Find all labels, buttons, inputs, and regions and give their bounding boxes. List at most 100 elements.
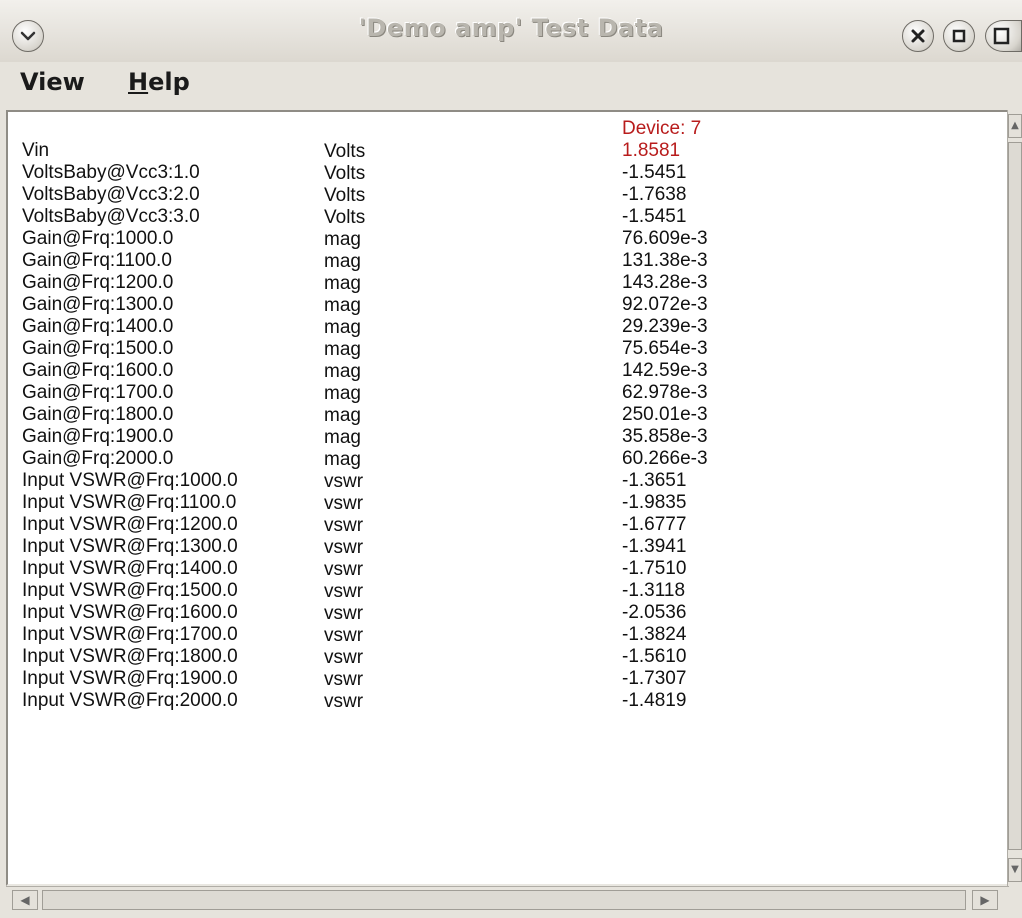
- arrow-left-icon: ◀: [20, 893, 30, 907]
- table-row: Gain@Frq:1300.0 mag 92.072e-3: [22, 294, 822, 316]
- test-data-panel[interactable]: Device: 7 Vin Volts 1.8581 VoltsBaby@Vcc3:1…: [6, 110, 1009, 886]
- measurement-value: 143.28e-3: [622, 272, 708, 293]
- measurement-name: Input VSWR@Frq:1100.0: [22, 492, 237, 513]
- table-row: Vin Volts 1.8581: [22, 140, 822, 162]
- measurement-name: Gain@Frq:1000.0: [22, 228, 174, 249]
- close-icon: [911, 29, 925, 43]
- measurement-value: -2.0536: [622, 602, 687, 623]
- table-row: Input VSWR@Frq:1600.0 vswr -2.0536: [22, 602, 822, 624]
- close-button[interactable]: [902, 20, 934, 52]
- measurement-unit: mag: [324, 295, 361, 316]
- measurement-value: 35.858e-3: [622, 426, 708, 447]
- vertical-scroll-thumb[interactable]: [1008, 142, 1022, 850]
- scroll-down-button[interactable]: ▼: [1008, 858, 1022, 882]
- menu-help[interactable]: Help: [128, 68, 190, 96]
- table-row: Gain@Frq:1900.0 mag 35.858e-3: [22, 426, 822, 448]
- table-row: VoltsBaby@Vcc3:2.0 Volts -1.7638: [22, 184, 822, 206]
- measurement-value: 131.38e-3: [622, 250, 708, 271]
- table-row: Input VSWR@Frq:1700.0 vswr -1.3824: [22, 624, 822, 646]
- measurement-value: -1.5610: [622, 646, 687, 667]
- measurement-value: 29.239e-3: [622, 316, 708, 337]
- measurement-name: Gain@Frq:1800.0: [22, 404, 174, 425]
- measurement-value: -1.7638: [622, 184, 687, 205]
- measurement-name: Input VSWR@Frq:1900.0: [22, 668, 238, 689]
- horizontal-scrollbar[interactable]: ◀ ▶: [6, 886, 1009, 912]
- measurement-value: -1.5451: [622, 162, 687, 183]
- measurement-unit: mag: [324, 361, 361, 382]
- measurement-unit: vswr: [324, 515, 364, 536]
- horizontal-scroll-thumb[interactable]: [42, 890, 966, 910]
- measurement-name: Input VSWR@Frq:1000.0: [22, 470, 238, 491]
- device-label: Device: 7: [622, 118, 702, 139]
- measurement-name: Gain@Frq:1500.0: [22, 338, 174, 359]
- measurement-name: Gain@Frq:1100.0: [22, 250, 172, 271]
- measurement-unit: vswr: [324, 669, 364, 690]
- measurement-name: Input VSWR@Frq:1500.0: [22, 580, 238, 601]
- device-header-row: Device: 7: [22, 118, 822, 140]
- table-row: Gain@Frq:1600.0 mag 142.59e-3: [22, 360, 822, 382]
- table-row: Gain@Frq:1400.0 mag 29.239e-3: [22, 316, 822, 338]
- measurement-unit: Volts: [324, 207, 366, 228]
- measurement-unit: Volts: [324, 141, 366, 162]
- measurement-value: -1.9835: [622, 492, 687, 513]
- measurement-name: Gain@Frq:1400.0: [22, 316, 174, 337]
- measurement-value: -1.3651: [622, 470, 687, 491]
- measurement-unit: vswr: [324, 603, 364, 624]
- measurement-name: Input VSWR@Frq:1300.0: [22, 536, 238, 557]
- scroll-left-button[interactable]: ◀: [12, 890, 38, 910]
- measurement-unit: mag: [324, 317, 361, 338]
- menu-bar: View Help: [0, 62, 1022, 106]
- measurement-unit: vswr: [324, 537, 364, 558]
- measurement-unit: mag: [324, 383, 361, 404]
- measurement-value: -1.7510: [622, 558, 687, 579]
- menu-view[interactable]: View: [20, 68, 85, 96]
- table-row: Gain@Frq:1700.0 mag 62.978e-3: [22, 382, 822, 404]
- table-row: Gain@Frq:1800.0 mag 250.01e-3: [22, 404, 822, 426]
- scroll-right-button[interactable]: ▶: [972, 890, 998, 910]
- measurement-unit: vswr: [324, 559, 364, 580]
- measurement-value: 76.609e-3: [622, 228, 708, 249]
- measurement-unit: Volts: [324, 163, 366, 184]
- measurement-name: VoltsBaby@Vcc3:2.0: [22, 184, 200, 205]
- measurement-name: Input VSWR@Frq:1200.0: [22, 514, 238, 535]
- measurement-unit: vswr: [324, 691, 364, 712]
- title-bar[interactable]: 'Demo amp' Test Data: [0, 0, 1022, 63]
- measurement-name: Gain@Frq:1700.0: [22, 382, 174, 403]
- measurement-name: Input VSWR@Frq:1400.0: [22, 558, 238, 579]
- measurement-unit: vswr: [324, 471, 364, 492]
- scroll-up-button[interactable]: ▲: [1008, 114, 1022, 138]
- table-row: Input VSWR@Frq:1800.0 vswr -1.5610: [22, 646, 822, 668]
- measurement-unit: mag: [324, 339, 361, 360]
- measurement-unit: mag: [324, 273, 361, 294]
- table-row: Input VSWR@Frq:1300.0 vswr -1.3941: [22, 536, 822, 558]
- measurement-name: Gain@Frq:1300.0: [22, 294, 174, 315]
- measurement-value: 1.8581: [622, 140, 681, 161]
- table-row: Input VSWR@Frq:2000.0 vswr -1.4819: [22, 690, 822, 712]
- measurement-value: -1.7307: [622, 668, 687, 689]
- table-row: Gain@Frq:2000.0 mag 60.266e-3: [22, 448, 822, 470]
- maximize-button[interactable]: [943, 20, 975, 52]
- measurement-name: Input VSWR@Frq:1600.0: [22, 602, 238, 623]
- table-row: VoltsBaby@Vcc3:3.0 Volts -1.5451: [22, 206, 822, 228]
- measurement-value: 62.978e-3: [622, 382, 708, 403]
- measurement-name: Input VSWR@Frq:1700.0: [22, 624, 238, 645]
- measurement-name: Vin: [22, 140, 50, 161]
- measurement-value: -1.5451: [622, 206, 687, 227]
- fullscreen-icon: [993, 27, 1010, 45]
- measurement-unit: Volts: [324, 185, 366, 206]
- table-row: Gain@Frq:1200.0 mag 143.28e-3: [22, 272, 822, 294]
- menu-help-label: elp: [148, 68, 190, 96]
- menu-view-mnemonic: V: [20, 68, 39, 96]
- arrow-right-icon: ▶: [980, 893, 990, 907]
- measurement-unit: vswr: [324, 625, 364, 646]
- measurement-name: Input VSWR@Frq:2000.0: [22, 690, 238, 711]
- measurement-value: 75.654e-3: [622, 338, 708, 359]
- arrow-down-icon: ▼: [1011, 864, 1019, 875]
- menu-help-mnemonic: H: [128, 68, 149, 96]
- table-row: Input VSWR@Frq:1500.0 vswr -1.3118: [22, 580, 822, 602]
- measurement-value: 92.072e-3: [622, 294, 708, 315]
- arrow-up-icon: ▲: [1011, 120, 1019, 131]
- fullscreen-button[interactable]: [985, 20, 1022, 52]
- measurement-unit: vswr: [324, 581, 364, 602]
- vertical-scrollbar[interactable]: ▲ ▼: [1007, 110, 1022, 886]
